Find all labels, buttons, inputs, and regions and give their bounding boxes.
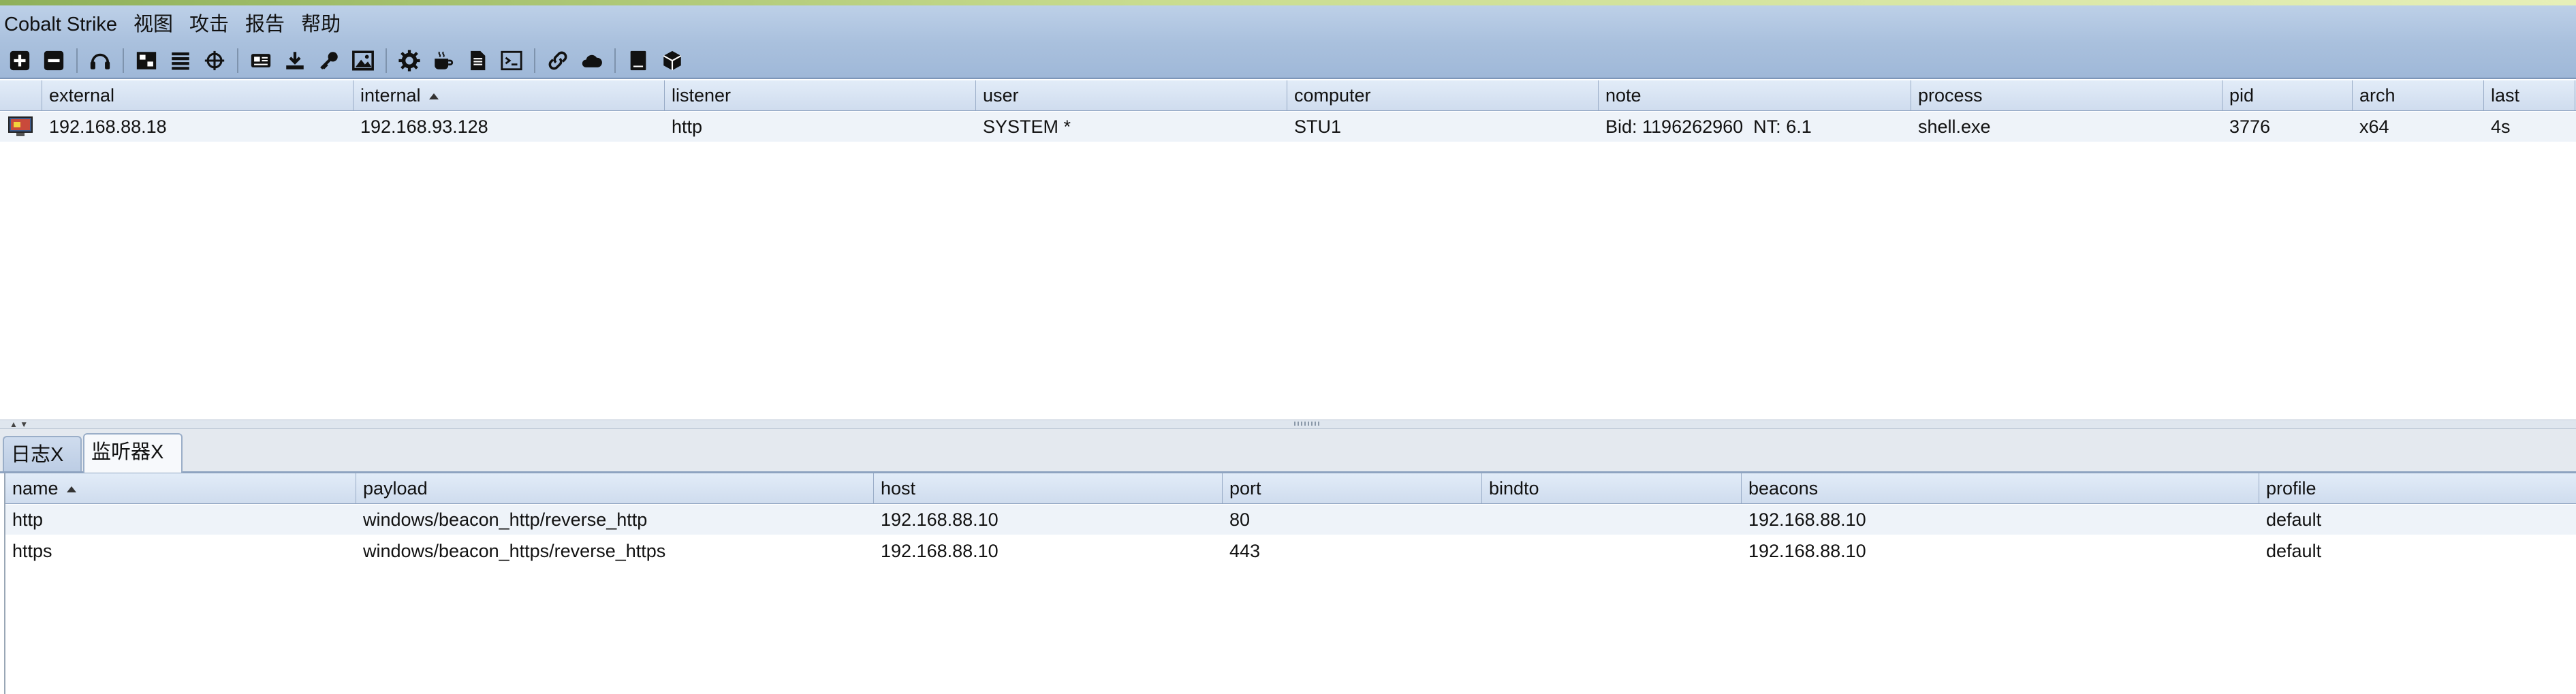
payload-generator-icon[interactable] (396, 47, 423, 74)
listener-name: http (12, 509, 44, 530)
split-collapse-arrows-icon[interactable]: ▲ ▼ (10, 420, 28, 428)
col-name-label: name (12, 478, 59, 499)
menu-view[interactable]: 视图 (125, 5, 181, 44)
listeners-table: name payload host port bindto beacons pr… (4, 473, 2576, 694)
session-process: shell.exe (1918, 116, 1991, 137)
col-external-header[interactable]: external (42, 80, 354, 110)
menu-bar: Cobalt Strike 视图 攻击 报告 帮助 (0, 5, 2576, 44)
col-arch-header[interactable]: arch (2353, 80, 2484, 110)
col-user-header[interactable]: user (976, 80, 1287, 110)
pivot-graph-icon[interactable] (133, 47, 160, 74)
toolbar-separator (614, 48, 616, 73)
sort-ascending-icon (66, 486, 76, 493)
col-listener-header[interactable]: listener (665, 80, 976, 110)
col-internal-header[interactable]: internal (354, 80, 665, 110)
col-last-header[interactable]: last (2484, 80, 2575, 110)
toolbar-separator (534, 48, 535, 73)
window-top-stripe (0, 0, 2576, 5)
split-grip-icon[interactable] (1294, 422, 1321, 426)
session-arch: x64 (2359, 116, 2389, 137)
session-row[interactable]: 192.168.88.18 192.168.93.128 http SYSTEM… (0, 112, 2576, 142)
listener-payload: windows/beacon_http/reverse_http (363, 509, 648, 530)
col-internal-label: internal (360, 85, 421, 106)
session-note: Bid: 1196262960 NT: 6.1 (1605, 116, 1812, 137)
col-note-header[interactable]: note (1599, 80, 1911, 110)
listener-bindto (1482, 536, 1742, 566)
col-bindto-header[interactable]: bindto (1482, 473, 1742, 503)
session-computer: STU1 (1294, 116, 1342, 137)
listener-payload: windows/beacon_https/reverse_https (363, 541, 666, 561)
listener-profile: default (2266, 541, 2322, 561)
col-port-header[interactable]: port (1223, 473, 1482, 503)
col-profile-header[interactable]: profile (2259, 473, 2576, 503)
col-host-header[interactable]: host (874, 473, 1223, 503)
office-macro-icon[interactable] (464, 47, 491, 74)
col-beacons-header[interactable]: beacons (1742, 473, 2259, 503)
col-pid-header[interactable]: pid (2222, 80, 2353, 110)
session-external: 192.168.88.18 (49, 116, 167, 137)
sessions-table-header: external internal listener user computer… (0, 80, 2576, 111)
listener-beacons: 192.168.88.10 (1748, 509, 1866, 530)
col-process-header[interactable]: process (1911, 80, 2222, 110)
menu-reporting[interactable]: 报告 (237, 5, 293, 44)
col-payload-header[interactable]: payload (356, 473, 874, 503)
session-pid: 3776 (2229, 116, 2271, 137)
keystrokes-icon[interactable] (315, 47, 343, 74)
session-user: SYSTEM * (983, 116, 1071, 137)
toolbar-separator (237, 48, 238, 73)
session-last: 4s (2491, 116, 2511, 137)
screenshots-icon[interactable] (349, 47, 377, 74)
session-listener: http (672, 116, 703, 137)
cloud-icon[interactable] (578, 47, 606, 74)
listener-port: 80 (1229, 509, 1251, 530)
listener-host: 192.168.88.10 (881, 541, 999, 561)
toolbar-separator (76, 48, 78, 73)
java-applet-icon[interactable] (430, 47, 457, 74)
listener-bindto (1482, 505, 1742, 535)
bottom-tab-bar: 日志X 监听器X (0, 429, 2576, 473)
menu-help[interactable]: 帮助 (293, 5, 349, 44)
listener-row[interactable]: https windows/beacon_https/reverse_https… (5, 536, 2576, 566)
listener-port: 443 (1229, 541, 1261, 561)
script-console-icon[interactable] (498, 47, 525, 74)
new-connection-icon[interactable] (6, 47, 33, 74)
toolbar-separator (386, 48, 387, 73)
sessions-table: external internal listener user computer… (0, 80, 2576, 420)
downloads-icon[interactable] (281, 47, 309, 74)
disconnect-icon[interactable] (40, 47, 67, 74)
tab-event-log[interactable]: 日志X (3, 436, 82, 471)
col-computer-header[interactable]: computer (1287, 80, 1599, 110)
manage-sites-icon[interactable] (544, 47, 571, 74)
package-icon[interactable] (659, 47, 686, 74)
toolbar-separator (123, 48, 124, 73)
session-computer-icon (0, 112, 42, 142)
col-icon-header[interactable] (0, 80, 42, 110)
toolbar (0, 44, 2576, 79)
credentials-icon[interactable] (247, 47, 274, 74)
col-name-header[interactable]: name (5, 473, 356, 503)
listener-profile: default (2266, 509, 2322, 530)
listeners-icon[interactable] (87, 47, 114, 74)
session-table-icon[interactable] (167, 47, 194, 74)
listener-host: 192.168.88.10 (881, 509, 999, 530)
menu-attacks[interactable]: 攻击 (181, 5, 237, 44)
listener-name: https (12, 541, 52, 561)
listener-row[interactable]: http windows/beacon_http/reverse_http 19… (5, 505, 2576, 535)
targets-icon[interactable] (201, 47, 228, 74)
split-pane-divider[interactable]: ▲ ▼ (0, 420, 2576, 429)
menu-cobalt-strike[interactable]: Cobalt Strike (0, 5, 125, 44)
sort-ascending-icon (428, 93, 439, 100)
session-internal: 192.168.93.128 (360, 116, 488, 137)
listener-beacons: 192.168.88.10 (1748, 541, 1866, 561)
tab-listeners[interactable]: 监听器X (83, 433, 183, 473)
listeners-table-header: name payload host port bindto beacons pr… (5, 473, 2576, 504)
log-icon[interactable] (625, 47, 652, 74)
